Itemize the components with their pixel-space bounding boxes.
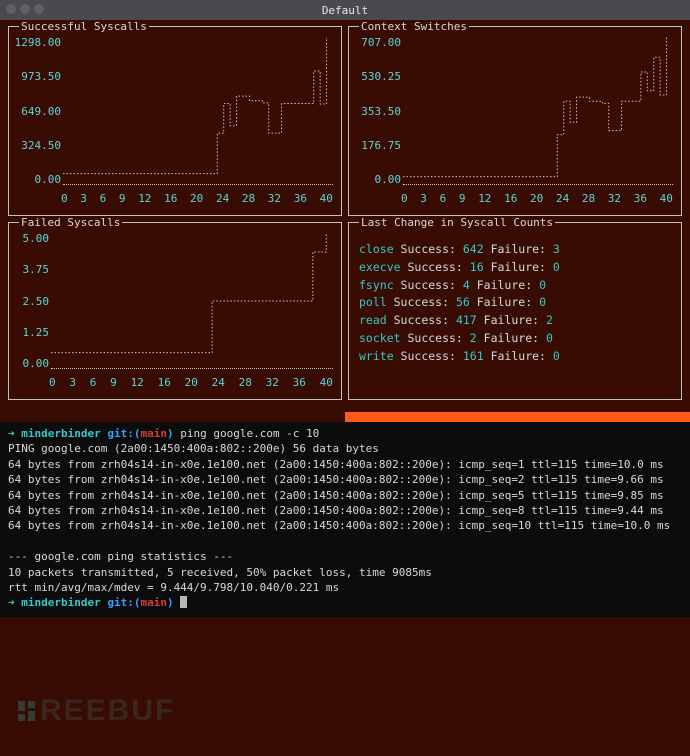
prompt-git-prefix: git:( — [107, 427, 140, 440]
terminal-pane[interactable]: ➜ minderbinder git:(main) ping google.co… — [0, 422, 690, 617]
syscall-count-row: poll Success: 56 Failure: 0 — [359, 294, 671, 312]
prompt-git-prefix: git:( — [107, 596, 140, 609]
prompt-host: minderbinder — [21, 596, 100, 609]
window-body: 1298.00 973.50 649.00 324.50 0.00 036912… — [0, 20, 690, 756]
terminal-line: 64 bytes from zrh04s14-in-x0e.1e100.net … — [8, 518, 682, 533]
terminal-line: 64 bytes from zrh04s14-in-x0e.1e100.net … — [8, 457, 682, 472]
prompt-line[interactable]: ➜ minderbinder git:(main) ping google.co… — [8, 426, 682, 441]
x-baseline — [51, 368, 333, 369]
charts-pane: 1298.00 973.50 649.00 324.50 0.00 036912… — [0, 20, 690, 412]
watermark-logo: REEBUF — [18, 694, 175, 728]
prompt-arrow-icon: ➜ — [8, 596, 21, 609]
syscall-count-row: execve Success: 16 Failure: 0 — [359, 259, 671, 277]
panel-syscall-counts: close Success: 642 Failure: 3execve Succ… — [348, 222, 682, 400]
x-baseline — [403, 184, 673, 185]
ping-stats-header: --- google.com ping statistics --- — [8, 549, 682, 564]
prompt-line[interactable]: ➜ minderbinder git:(main) — [8, 595, 682, 610]
syscall-count-row: write Success: 161 Failure: 0 — [359, 348, 671, 366]
window: Default 1298.00 973.50 649.00 324.50 0.0… — [0, 0, 690, 756]
prompt-branch: main — [140, 427, 167, 440]
prompt-git-suffix: ) — [167, 596, 180, 609]
prompt-command: ping google.com -c 10 — [180, 427, 319, 440]
ping-stats-line: 10 packets transmitted, 5 received, 50% … — [8, 565, 682, 580]
cursor-icon — [180, 596, 187, 608]
chart-plot — [63, 37, 333, 185]
x-axis: 03691216202428323640 — [401, 192, 673, 205]
maximize-icon[interactable] — [34, 4, 44, 14]
prompt-branch: main — [140, 596, 167, 609]
minimize-icon[interactable] — [20, 4, 30, 14]
prompt-arrow-icon: ➜ — [8, 427, 21, 440]
x-baseline — [63, 184, 333, 185]
chart-plot — [403, 37, 673, 185]
syscall-count-row: read Success: 417 Failure: 2 — [359, 312, 671, 330]
prompt-git-suffix: ) — [167, 427, 180, 440]
terminal-line: PING google.com (2a00:1450:400a:802::200… — [8, 441, 682, 456]
close-icon[interactable] — [6, 4, 16, 14]
window-controls[interactable] — [6, 4, 44, 14]
syscall-count-row: socket Success: 2 Failure: 0 — [359, 330, 671, 348]
terminal-line: 64 bytes from zrh04s14-in-x0e.1e100.net … — [8, 488, 682, 503]
terminal-output: PING google.com (2a00:1450:400a:802::200… — [8, 441, 682, 533]
panel-failed-syscalls: 5.00 3.75 2.50 1.25 0.00 036912162024283… — [8, 222, 342, 400]
syscall-count-row: close Success: 642 Failure: 3 — [359, 241, 671, 259]
titlebar[interactable]: Default — [0, 0, 690, 20]
y-axis: 707.00 530.25 353.50 176.75 0.00 — [353, 37, 401, 185]
panel-context-switches: 707.00 530.25 353.50 176.75 0.00 0369121… — [348, 26, 682, 216]
y-axis: 5.00 3.75 2.50 1.25 0.00 — [13, 233, 49, 369]
ping-stats-line: rtt min/avg/max/mdev = 9.444/9.798/10.04… — [8, 580, 682, 595]
chart-plot — [51, 233, 333, 369]
syscall-count-row: fsync Success: 4 Failure: 0 — [359, 277, 671, 295]
syscall-counts-list: close Success: 642 Failure: 3execve Succ… — [349, 223, 681, 372]
watermark-text: REEBUF — [40, 694, 175, 728]
y-axis: 1298.00 973.50 649.00 324.50 0.00 — [13, 37, 61, 185]
x-axis: 03691216202428323640 — [61, 192, 333, 205]
window-title: Default — [322, 4, 368, 17]
terminal-line: 64 bytes from zrh04s14-in-x0e.1e100.net … — [8, 503, 682, 518]
status-strip — [345, 412, 690, 422]
terminal-line: 64 bytes from zrh04s14-in-x0e.1e100.net … — [8, 472, 682, 487]
x-axis: 03691216202428323640 — [49, 376, 333, 389]
prompt-host: minderbinder — [21, 427, 100, 440]
panel-successful-syscalls: 1298.00 973.50 649.00 324.50 0.00 036912… — [8, 26, 342, 216]
